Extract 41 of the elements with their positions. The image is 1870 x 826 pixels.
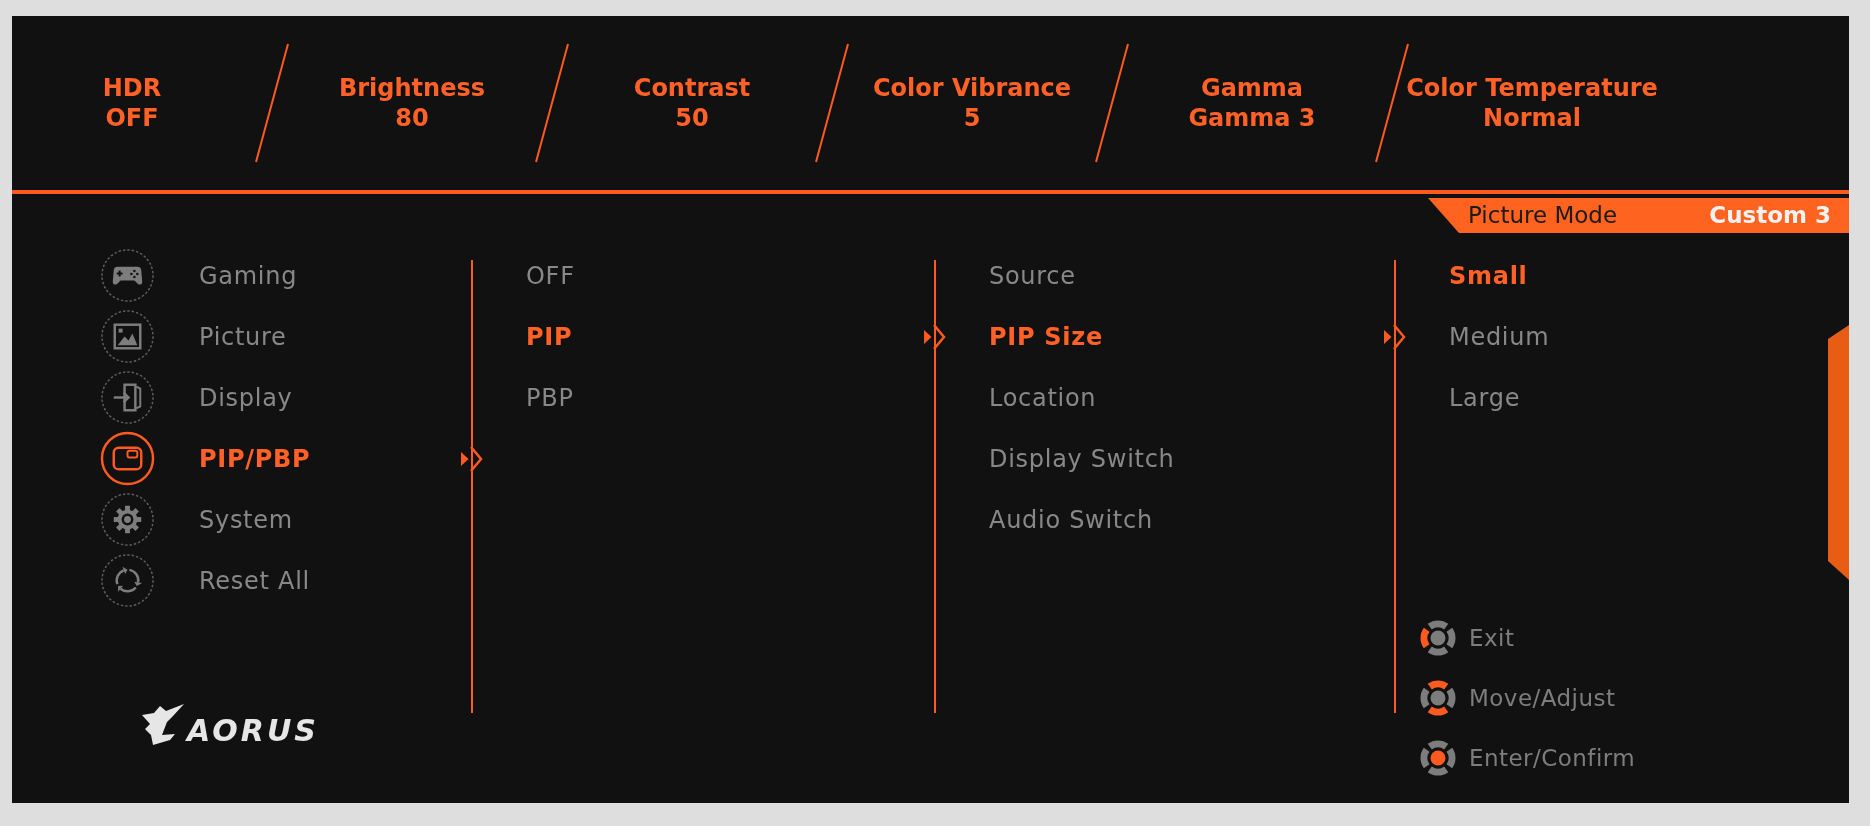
menu-item[interactable]: Display Switch	[989, 440, 1175, 477]
menu-item[interactable]: System	[100, 492, 293, 547]
menu-item[interactable]: Location	[989, 379, 1097, 416]
picture-mode-value: Custom 3	[1709, 201, 1831, 231]
hint-label: Exit	[1469, 623, 1515, 653]
setting-label: Color Temperature	[1406, 73, 1658, 103]
logo-wordmark: AORUS	[187, 715, 319, 747]
setting-label: Gamma	[1200, 73, 1304, 103]
menu-item[interactable]: Large	[1449, 379, 1521, 416]
setting-value: 80	[395, 103, 429, 133]
menu-item[interactable]: Source	[989, 257, 1076, 294]
menu-item[interactable]: Reset All	[100, 553, 310, 608]
picture-mode-label: Picture Mode	[1468, 201, 1618, 231]
setting-label: Color Vibrance	[872, 73, 1072, 103]
setting-value: OFF	[105, 103, 159, 133]
setting-label: HDR	[102, 73, 162, 103]
setting-value: 5	[963, 103, 981, 133]
menu-item[interactable]: Picture	[100, 309, 287, 364]
menu-item[interactable]: PIP	[526, 318, 573, 355]
setting-value: 50	[675, 103, 709, 133]
menu-item[interactable]: Audio Switch	[989, 501, 1153, 538]
picture-in-picture-icon	[100, 431, 155, 486]
menu-item[interactable]: PIP Size	[989, 318, 1103, 355]
menu-item[interactable]: Gaming	[100, 248, 298, 303]
menu-item[interactable]: Medium	[1449, 318, 1550, 355]
hint-label: Move/Adjust	[1469, 683, 1616, 713]
hint-label: Enter/Confirm	[1469, 743, 1636, 773]
setting-value: Gamma 3	[1188, 103, 1316, 133]
image-icon	[100, 309, 155, 364]
eagle-logo-icon	[141, 704, 185, 746]
setting-value: Normal	[1483, 103, 1581, 133]
circular-arrows-icon	[100, 553, 155, 608]
gamepad-icon	[100, 248, 155, 303]
gear-icon	[100, 492, 155, 547]
menu-item[interactable]: Small	[1449, 257, 1528, 294]
menu-item[interactable]: PBP	[526, 379, 574, 416]
menu-item[interactable]: PIP/PBP	[100, 431, 311, 486]
menu-item[interactable]: Display	[100, 370, 293, 425]
setting-label: Brightness	[339, 73, 485, 103]
menu-item[interactable]: OFF	[526, 257, 575, 294]
setting-label: Contrast	[633, 73, 751, 103]
